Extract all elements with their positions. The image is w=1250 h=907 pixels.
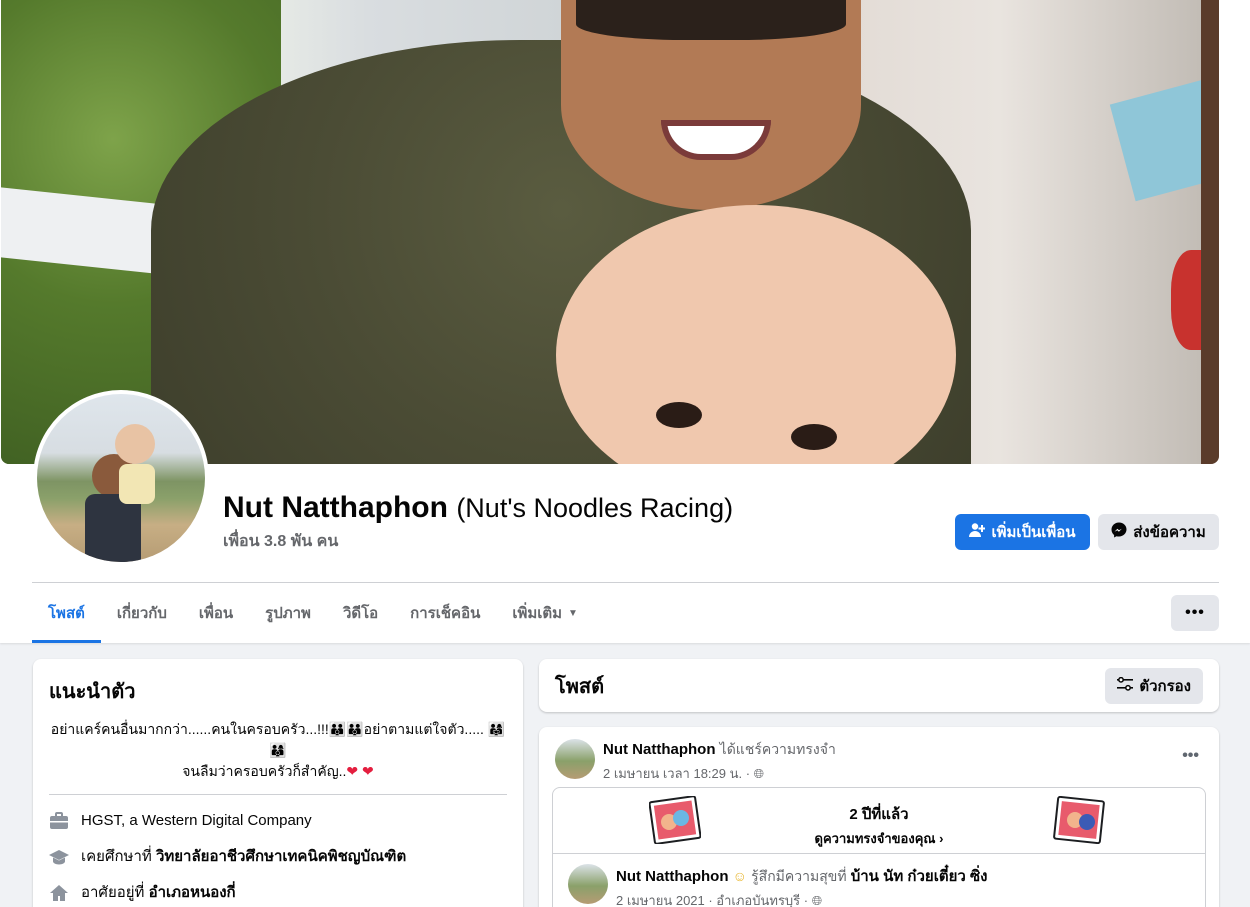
intro-work: HGST, a Western Digital Company xyxy=(49,811,507,831)
tab-videos[interactable]: วิดีโอ xyxy=(327,583,394,643)
globe-icon: 🌐︎ xyxy=(753,766,765,781)
post-card: Nut Natthaphon ได้แชร์ความทรงจำ 2 เมษายน… xyxy=(539,727,1219,907)
post-header: Nut Natthaphon ได้แชร์ความทรงจำ 2 เมษายน… xyxy=(555,739,836,784)
bio-line-2: จนลืมว่าครอบครัวก็สำคัญ..❤ ❤ xyxy=(49,761,507,782)
memory-link-text: ดูความทรงจำของคุณ xyxy=(814,831,936,846)
lives-prefix: อาศัยอยู่ที่ xyxy=(81,884,145,901)
tab-checkins[interactable]: การเช็คอิน xyxy=(394,583,496,643)
heart-icon: ❤ ❤ xyxy=(346,763,374,779)
intro-card: แนะนำตัว อย่าแคร์คนอื่นมากกว่า......คนใน… xyxy=(33,659,523,907)
smile-icon: ☺ xyxy=(732,868,747,884)
tab-posts[interactable]: โพสต์ xyxy=(32,583,101,643)
tab-label: เกี่ยวกับ xyxy=(116,605,167,622)
briefcase-icon xyxy=(49,811,69,831)
tab-about[interactable]: เกี่ยวกับ xyxy=(101,583,183,643)
post-action: ได้แชร์ความทรงจำ xyxy=(719,741,836,757)
filter-icon xyxy=(1117,676,1134,695)
memory-illustration-right xyxy=(1053,795,1105,845)
profile-name-block: Nut Natthaphon (Nut's Noodles Racing) เพ… xyxy=(223,488,733,554)
post-options-button[interactable]: ••• xyxy=(1182,747,1199,765)
filter-label: ตัวกรอง xyxy=(1139,677,1191,695)
inner-post-header: Nut Natthaphon ☺ รู้สึกมีความสุขที่ บ้าน… xyxy=(568,864,987,907)
tab-photos[interactable]: รูปภาพ xyxy=(249,583,327,643)
memory-box: 2 ปีที่แล้ว ดูความทรงจำของคุณ › Nut Natt… xyxy=(552,787,1206,907)
profile-avatar[interactable] xyxy=(33,390,209,566)
caret-down-icon: ▼ xyxy=(568,607,578,619)
education-text[interactable]: วิทยาลัยอาชีวศึกษาเทคนิคพิชญบัณฑิต xyxy=(156,848,406,865)
tab-label: โพสต์ xyxy=(48,605,85,622)
bio-line-1: อย่าแคร์คนอื่นมากกว่า......คนในครอบครัว.… xyxy=(50,721,506,758)
inner-post-date[interactable]: 2 เมษายน 2021 · อำเภอบันทรบุรี · xyxy=(616,893,808,907)
education-prefix: เคยศึกษาที่ xyxy=(81,848,152,865)
intro-education: เคยศึกษาที่ วิทยาลัยอาชีวศึกษาเทคนิคพิชญ… xyxy=(49,847,507,867)
filter-button[interactable]: ตัวกรอง xyxy=(1105,667,1203,704)
home-icon xyxy=(49,883,69,903)
inner-post-meta: Nut Natthaphon ☺ รู้สึกมีความสุขที่ บ้าน… xyxy=(616,864,987,907)
bio: อย่าแคร์คนอื่นมากกว่า......คนในครอบครัว.… xyxy=(49,719,507,795)
chevron-right-icon: › xyxy=(939,831,944,846)
tab-friends[interactable]: เพื่อน xyxy=(183,583,249,643)
memory-center: 2 ปีที่แล้ว ดูความทรงจำของคุณ › xyxy=(553,802,1205,849)
post-date[interactable]: 2 เมษายน เวลา 18:29 น. · xyxy=(603,766,750,781)
inner-post-feeling: รู้สึกมีความสุขที่ xyxy=(751,868,847,884)
ellipsis-icon: ••• xyxy=(1185,604,1205,621)
profile-name: Nut Natthaphon (Nut's Noodles Racing) xyxy=(223,488,733,528)
profile-header: Nut Natthaphon (Nut's Noodles Racing) เพ… xyxy=(0,0,1250,643)
tab-label: เพื่อน xyxy=(198,605,234,622)
name-text: Nut Natthaphon xyxy=(223,491,448,524)
bio-line-2-text: จนลืมว่าครอบครัวก็สำคัญ.. xyxy=(182,763,347,779)
profile-tabs: โพสต์ เกี่ยวกับ เพื่อน รูปภาพ วิดีโอ การ… xyxy=(32,583,594,643)
add-friend-icon xyxy=(969,522,986,542)
message-label: ส่งข้อความ xyxy=(1133,524,1206,541)
memory-years: 2 ปีที่แล้ว xyxy=(849,806,909,823)
memory-link[interactable]: ดูความทรงจำของคุณ › xyxy=(553,828,1205,849)
more-options-button[interactable]: ••• xyxy=(1171,595,1219,631)
work-text[interactable]: HGST, a Western Digital Company xyxy=(81,811,312,831)
posts-title: โพสต์ xyxy=(555,675,605,698)
avatar xyxy=(37,394,205,562)
tab-label: เพิ่มเติม xyxy=(512,605,563,622)
intro-lives: อาศัยอยู่ที่ อำเภอหนองกี่ xyxy=(49,883,507,903)
post-meta: Nut Natthaphon ได้แชร์ความทรงจำ 2 เมษายน… xyxy=(603,739,836,784)
inner-post-place[interactable]: บ้าน นัท ก๋วยเตี๋ยว ซิ่ง xyxy=(851,868,988,885)
tab-label: รูปภาพ xyxy=(265,605,311,622)
inner-post-avatar[interactable] xyxy=(568,864,608,904)
add-friend-button[interactable]: เพิ่มเป็นเพื่อน xyxy=(955,514,1090,550)
add-friend-label: เพิ่มเป็นเพื่อน xyxy=(991,524,1076,541)
globe-icon: 🌐︎ xyxy=(811,893,823,907)
nickname-text: (Nut's Noodles Racing) xyxy=(456,493,734,523)
friends-count[interactable]: เพื่อน 3.8 พัน คน xyxy=(223,529,733,554)
tab-label: วิดีโอ xyxy=(342,605,379,622)
post-avatar[interactable] xyxy=(555,739,595,779)
lives-text[interactable]: อำเภอหนองกี่ xyxy=(149,884,236,901)
message-button[interactable]: ส่งข้อความ xyxy=(1098,514,1219,550)
memory-banner: 2 ปีที่แล้ว ดูความทรงจำของคุณ › xyxy=(553,788,1205,854)
intro-title: แนะนำตัว xyxy=(49,681,136,703)
tab-label: การเช็คอิน xyxy=(410,605,481,622)
ellipsis-icon: ••• xyxy=(1182,747,1199,764)
inner-post-author[interactable]: Nut Natthaphon xyxy=(616,868,728,885)
graduation-cap-icon xyxy=(49,847,69,867)
post-author[interactable]: Nut Natthaphon xyxy=(603,741,715,758)
posts-header-card: โพสต์ ตัวกรอง xyxy=(539,659,1219,712)
tab-more[interactable]: เพิ่มเติม ▼ xyxy=(496,583,594,643)
messenger-icon xyxy=(1111,522,1127,542)
cover-photo[interactable] xyxy=(1,0,1219,464)
